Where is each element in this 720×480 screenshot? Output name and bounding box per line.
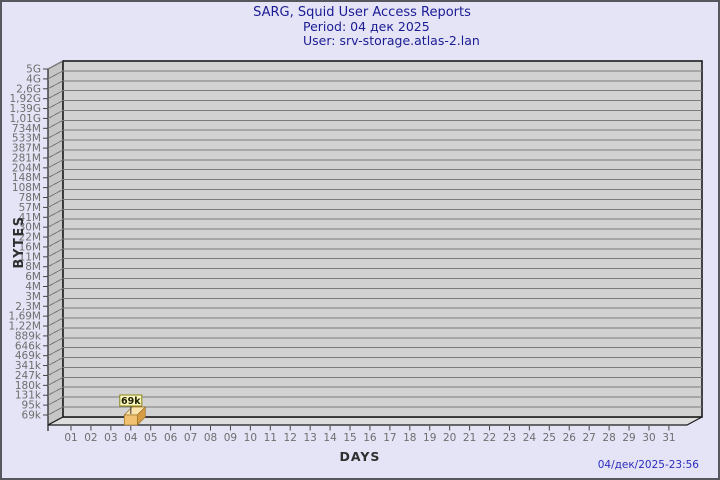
- x-tick-label: 03: [104, 432, 117, 444]
- x-tick-label: 26: [563, 432, 577, 444]
- x-tick-label: 30: [642, 432, 655, 444]
- x-tick-label: 12: [284, 432, 297, 444]
- x-tick-label: 02: [84, 432, 97, 444]
- x-tick-label: 11: [264, 432, 277, 444]
- x-tick-label: 13: [303, 432, 316, 444]
- 3d-floor: [47, 416, 703, 426]
- x-tick-label: 15: [343, 432, 356, 444]
- x-tick-label: 21: [463, 432, 476, 444]
- x-tick-label: 14: [323, 432, 337, 444]
- sarg-report-image: SARG, Squid User Access Reports Period: …: [0, 0, 720, 480]
- x-tick-label: 16: [363, 432, 377, 444]
- y-axis-title: BYTES: [12, 215, 27, 268]
- x-axis-title: DAYS: [340, 449, 381, 464]
- x-tick-label: 23: [503, 432, 516, 444]
- x-tick-label: 27: [582, 432, 595, 444]
- x-axis-labels: 01 02 03 04 05 06 07 08 09 10 11 12 13 14 15 16 17 18 19 20…: [47, 425, 676, 444]
- x-tick-label: 24: [523, 432, 537, 444]
- x-tick-label: 29: [622, 432, 635, 444]
- bar-front-face: [123, 414, 138, 426]
- x-tick-label: 08: [204, 432, 217, 444]
- bytes-per-day-bar-chart: 5G4G2,6G1,92G1,39G1,01G734M533M387M281M2…: [9, 60, 703, 464]
- x-tick-label: 09: [224, 432, 237, 444]
- x-tick-label: 10: [244, 432, 257, 444]
- x-tick-label: 28: [602, 432, 615, 444]
- x-tick-label: 25: [543, 432, 556, 444]
- x-tick-label: 19: [423, 432, 436, 444]
- x-tick-label: 31: [662, 432, 675, 444]
- generation-timestamp: 04/дек/2025-23:56: [597, 459, 699, 471]
- x-tick-label: 22: [483, 432, 496, 444]
- x-tick-label: 18: [403, 432, 416, 444]
- x-tick-label: 20: [443, 432, 456, 444]
- x-tick-label: 01: [64, 432, 77, 444]
- x-tick-label: 17: [383, 432, 396, 444]
- x-tick-label: 04: [124, 432, 138, 444]
- x-tick-label: 06: [164, 432, 178, 444]
- callout-value: 69k: [121, 396, 141, 407]
- x-tick-label: 05: [144, 432, 157, 444]
- y-tick-label: 69k: [22, 410, 42, 422]
- x-tick-label: 07: [184, 432, 197, 444]
